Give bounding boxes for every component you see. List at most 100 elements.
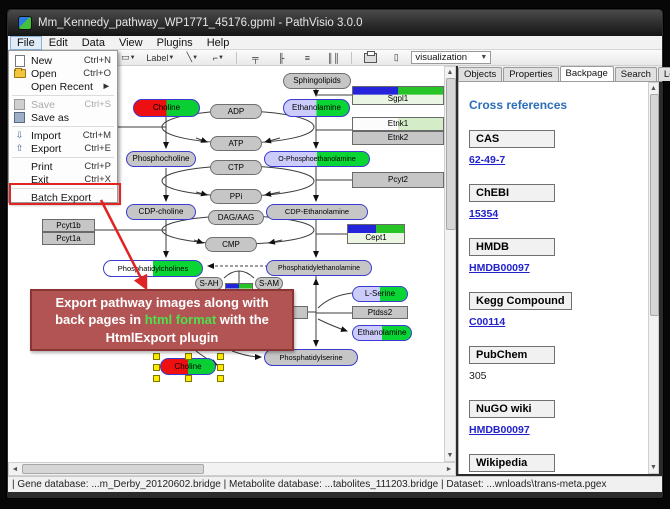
scroll-down-arrow[interactable]: ▼ xyxy=(445,450,455,460)
connector-tool-button[interactable]: ⌐▼ xyxy=(207,50,229,65)
scroll-down-arrow[interactable]: ▼ xyxy=(649,462,658,472)
node-pcyt2[interactable]: Pcyt2 xyxy=(352,172,444,188)
node-cmp[interactable]: CMP xyxy=(205,237,257,252)
selection-handle[interactable] xyxy=(153,353,160,360)
node-phosphatidylcholines[interactable]: Phosphatidylcholines xyxy=(103,260,203,277)
node-pcyt1a[interactable]: Pcyt1a xyxy=(42,232,95,245)
xref-db-title: Wikipedia xyxy=(469,454,555,472)
line-tool-button[interactable]: ╲▼ xyxy=(181,50,203,65)
canvas-horizontal-scrollbar[interactable]: ◄ ► xyxy=(8,462,456,476)
node-cdp-ethanolamine[interactable]: CDP-Ethanolamine xyxy=(266,204,368,220)
node-choline-bottom-selected[interactable]: Choline xyxy=(160,358,216,375)
node-etnk1[interactable]: Etnk1 xyxy=(352,117,444,131)
node-pcyt1b[interactable]: Pcyt1b xyxy=(42,219,95,232)
node-sphingolipids[interactable]: Sphingolipids xyxy=(283,73,351,89)
file-menu-dropdown: New Ctrl+N Open Ctrl+O Open Recent ► Sav… xyxy=(8,50,118,203)
node-dag-aag[interactable]: DAG/AAG xyxy=(208,210,264,225)
node-ctp[interactable]: CTP xyxy=(210,160,262,175)
stack-horizontal-button[interactable]: ║║ xyxy=(322,50,344,65)
side-panel-tabs: Objects Properties Backpage Search Legen… xyxy=(458,66,662,82)
chevron-down-icon: ▼ xyxy=(168,55,174,61)
menu-item-export[interactable]: ⇧ Export Ctrl+E xyxy=(9,142,117,155)
node-ethanolamine-top[interactable]: Ethanolamine xyxy=(283,99,350,117)
xref-section-hmdb: HMDB HMDB00097 xyxy=(469,237,648,274)
tab-backpage[interactable]: Backpage xyxy=(560,66,614,81)
selection-handle[interactable] xyxy=(153,364,160,371)
node-cdp-choline[interactable]: CDP-choline xyxy=(126,204,196,220)
xref-db-title: CAS xyxy=(469,130,555,148)
window-title: Mm_Kennedy_pathway_WP1771_45176.gpml - P… xyxy=(38,17,363,29)
xref-value: 305 xyxy=(469,370,487,382)
selection-handle[interactable] xyxy=(185,353,192,360)
xref-section-nugo: NuGO wiki HMDB00097 xyxy=(469,399,648,436)
chevron-down-icon: ▼ xyxy=(218,55,224,61)
xref-link[interactable]: 62-49-7 xyxy=(469,154,505,166)
scroll-up-arrow[interactable]: ▲ xyxy=(445,67,455,77)
node-adp[interactable]: ADP xyxy=(210,104,262,119)
node-l-serine[interactable]: L-Serine xyxy=(352,286,408,302)
selection-handle[interactable] xyxy=(217,353,224,360)
save-as-icon xyxy=(13,112,26,123)
menu-item-print[interactable]: Print Ctrl+P xyxy=(9,160,117,173)
visualization-combobox[interactable]: visualization▼ xyxy=(411,51,491,64)
print-button[interactable] xyxy=(359,50,381,65)
selection-handle[interactable] xyxy=(217,364,224,371)
node-ethanolamine-bottom[interactable]: Ethanolamine xyxy=(352,325,412,341)
xref-link[interactable]: HMDB00097 xyxy=(469,262,530,274)
xref-link[interactable]: HMDB00097 xyxy=(469,424,530,436)
menu-item-new[interactable]: New Ctrl+N xyxy=(9,54,117,67)
tab-legend[interactable]: Legend xyxy=(658,67,670,81)
menu-item-import[interactable]: ⇩ Import Ctrl+M xyxy=(9,129,117,142)
menu-plugins[interactable]: Plugins xyxy=(150,37,200,49)
node-etnk2[interactable]: Etnk2 xyxy=(352,131,444,145)
scrollbar-thumb[interactable] xyxy=(22,464,204,474)
node-ptdss2[interactable]: Ptdss2 xyxy=(352,306,408,319)
xref-section-kegg: Kegg Compound C00114 xyxy=(469,291,648,328)
menu-help[interactable]: Help xyxy=(200,37,237,49)
node-ppi[interactable]: PPi xyxy=(210,189,262,204)
menu-item-open[interactable]: Open Ctrl+O xyxy=(9,67,117,80)
scroll-left-arrow[interactable]: ◄ xyxy=(10,464,20,474)
tab-objects[interactable]: Objects xyxy=(458,67,502,81)
xref-section-chebi: ChEBI 15354 xyxy=(469,183,648,220)
batch-export-highlight-box xyxy=(9,183,121,205)
node-atp[interactable]: ATP xyxy=(210,136,262,151)
scroll-up-arrow[interactable]: ▲ xyxy=(649,83,658,93)
canvas-vertical-scrollbar[interactable]: ▲ ▼ xyxy=(444,66,456,462)
align-center-button[interactable]: ╤ xyxy=(244,50,266,65)
layout-button[interactable]: ▯ xyxy=(385,50,407,65)
xref-link[interactable]: C00114 xyxy=(469,316,505,328)
menu-edit[interactable]: Edit xyxy=(42,37,75,49)
xref-db-title: NuGO wiki xyxy=(469,400,555,418)
label-tool-button[interactable]: Label▼ xyxy=(143,50,177,65)
datanode-tool-button[interactable]: ▭▼ xyxy=(117,50,139,65)
node-phosphatidylserine[interactable]: Phosphatidylserine xyxy=(264,349,358,366)
node-phosphocholine[interactable]: Phosphocholine xyxy=(126,151,196,167)
node-choline-top[interactable]: Choline xyxy=(133,99,200,117)
menu-data[interactable]: Data xyxy=(75,37,112,49)
menu-view[interactable]: View xyxy=(112,37,150,49)
align-middle-button[interactable]: ╟ xyxy=(270,50,292,65)
stack-vertical-button[interactable]: ≡ xyxy=(296,50,318,65)
panel-vertical-scrollbar[interactable]: ▲ ▼ xyxy=(648,82,659,474)
menu-file[interactable]: File xyxy=(10,36,42,50)
selection-handle[interactable] xyxy=(153,375,160,382)
tab-search[interactable]: Search xyxy=(615,67,657,81)
selection-handle[interactable] xyxy=(217,375,224,382)
scrollbar-thumb[interactable] xyxy=(650,94,659,316)
chevron-down-icon: ▼ xyxy=(192,55,198,61)
menu-item-save[interactable]: Save Ctrl+S xyxy=(9,98,117,111)
node-sgpl1[interactable]: Sgpl1 xyxy=(352,86,444,105)
cross-references-heading: Cross references xyxy=(469,98,648,112)
chevron-down-icon: ▼ xyxy=(480,54,487,61)
tab-properties[interactable]: Properties xyxy=(503,67,558,81)
menu-item-save-as[interactable]: Save as xyxy=(9,111,117,124)
selection-handle[interactable] xyxy=(185,375,192,382)
node-o-phosphoethanolamine[interactable]: O-Phosphoethanolamine xyxy=(264,151,370,167)
xref-link[interactable]: 15354 xyxy=(469,208,498,220)
scroll-right-arrow[interactable]: ► xyxy=(444,464,454,474)
scrollbar-thumb[interactable] xyxy=(446,78,456,230)
node-phosphatidylethanolamine[interactable]: Phosphatidylethanolamine xyxy=(266,260,372,276)
node-cept1[interactable]: Cept1 xyxy=(347,224,405,244)
menu-item-open-recent[interactable]: Open Recent ► xyxy=(9,80,117,93)
